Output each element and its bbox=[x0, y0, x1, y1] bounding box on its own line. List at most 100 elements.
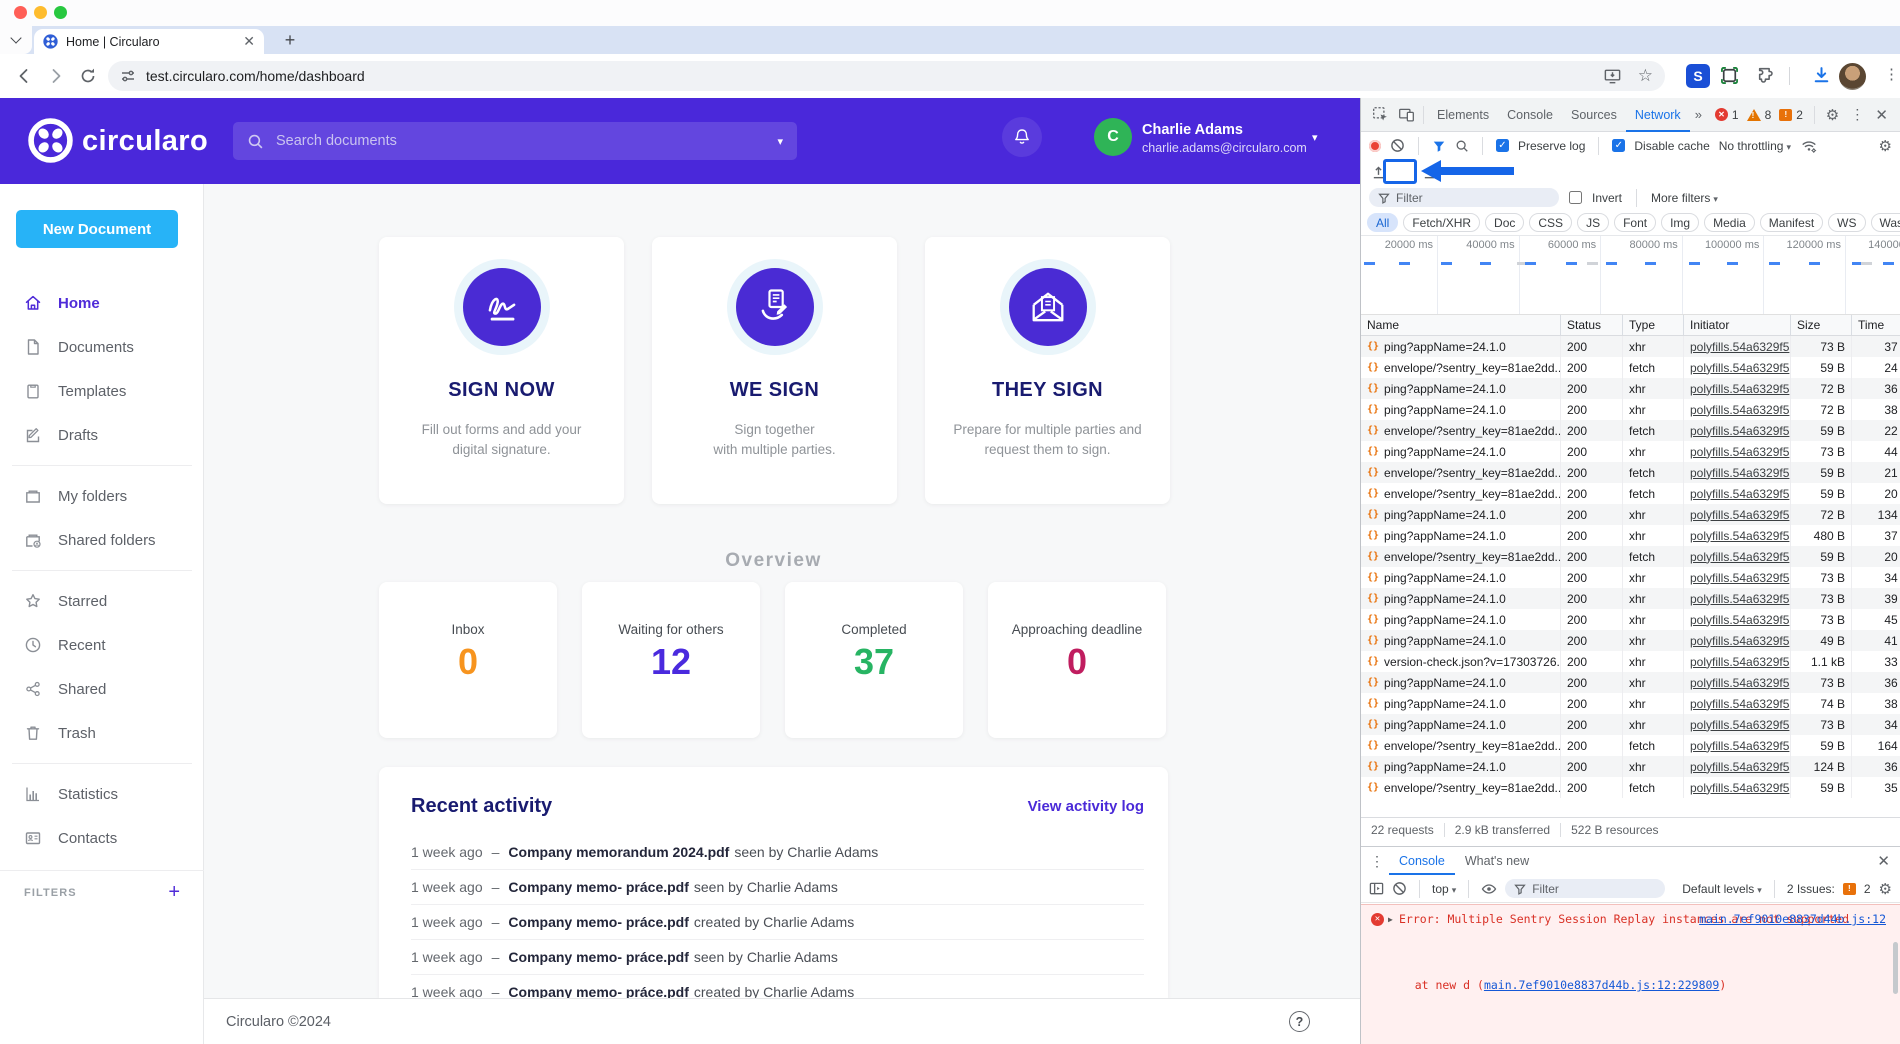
bookmark-star-icon[interactable]: ☆ bbox=[1638, 66, 1653, 86]
initiator-link[interactable]: polyfills.54a6329f5 bbox=[1690, 760, 1789, 774]
drawer-close-icon[interactable]: ✕ bbox=[1871, 852, 1896, 870]
preserve-log-checkbox[interactable]: ✓ bbox=[1496, 139, 1509, 152]
initiator-link[interactable]: polyfills.54a6329f5 bbox=[1690, 571, 1789, 585]
sidebar-item[interactable]: My folders bbox=[0, 474, 204, 518]
network-settings-icon[interactable]: ⚙ bbox=[1879, 137, 1892, 155]
column-header[interactable]: Status bbox=[1561, 315, 1623, 335]
network-request-row[interactable]: {}ping?appName=24.1.0 200 xhr polyfills.… bbox=[1361, 693, 1900, 714]
more-filters-dropdown[interactable]: More filters▾ bbox=[1651, 191, 1718, 205]
request-type-chip[interactable]: Fetch/XHR bbox=[1403, 213, 1480, 232]
devtools-close-icon[interactable]: ✕ bbox=[1869, 106, 1894, 124]
url-bar[interactable]: test.circularo.com/home/dashbo­ard ☆ bbox=[108, 61, 1665, 91]
drawer-menu-icon[interactable]: ⋮ bbox=[1365, 853, 1389, 870]
activity-row[interactable]: 1 week ago – Company memo- práce.pdf cre… bbox=[411, 904, 1144, 939]
warning-badge[interactable]: 8 bbox=[1747, 108, 1772, 122]
extensions-puzzle-icon[interactable] bbox=[1756, 65, 1777, 86]
network-request-row[interactable]: {}ping?appName=24.1.0 200 xhr polyfills.… bbox=[1361, 588, 1900, 609]
network-filter-pill[interactable] bbox=[1369, 188, 1559, 207]
activity-document-name[interactable]: Company memo- práce.pdf bbox=[508, 879, 688, 895]
activity-document-name[interactable]: Company memorandum 2024.pdf bbox=[508, 844, 729, 860]
search-dropdown-caret-icon[interactable]: ▾ bbox=[777, 135, 783, 148]
devtools-settings-icon[interactable]: ⚙ bbox=[1819, 103, 1845, 127]
sidebar-item[interactable]: Starred bbox=[0, 579, 204, 623]
request-type-chip[interactable]: CSS bbox=[1529, 213, 1572, 232]
devtools-tab[interactable]: Elements bbox=[1428, 98, 1498, 132]
issues-counter[interactable]: 2 Issues: bbox=[1787, 882, 1835, 896]
tab-search-button[interactable] bbox=[0, 26, 32, 54]
downloads-icon[interactable] bbox=[1811, 65, 1832, 86]
error-badge[interactable]: ✕1 bbox=[1715, 108, 1739, 122]
request-type-chip[interactable]: JS bbox=[1577, 213, 1609, 232]
initiator-link[interactable]: polyfills.54a6329f5 bbox=[1690, 613, 1789, 627]
network-request-row[interactable]: {}ping?appName=24.1.0 200 xhr polyfills.… bbox=[1361, 609, 1900, 630]
tab-close-icon[interactable]: ✕ bbox=[243, 33, 255, 50]
sidebar-item[interactable]: Drafts bbox=[0, 413, 204, 457]
network-request-row[interactable]: {}envelope/?sentry_key=81ae2dd... 200 fe… bbox=[1361, 546, 1900, 567]
activity-row[interactable]: 1 week ago – Company memo- práce.pdf see… bbox=[411, 939, 1144, 974]
network-request-row[interactable]: {}ping?appName=24.1.0 200 xhr polyfills.… bbox=[1361, 714, 1900, 735]
console-filter-input[interactable] bbox=[1532, 882, 1652, 896]
initiator-link[interactable]: polyfills.54a6329f5 bbox=[1690, 340, 1789, 354]
network-request-row[interactable]: {}envelope/?sentry_key=81ae2dd... 200 fe… bbox=[1361, 735, 1900, 756]
network-request-row[interactable]: {}ping?appName=24.1.0 200 xhr polyfills.… bbox=[1361, 399, 1900, 420]
inspect-element-icon[interactable] bbox=[1367, 103, 1393, 127]
initiator-link[interactable]: polyfills.54a6329f5 bbox=[1690, 781, 1789, 795]
brand-wordmark[interactable]: circularo bbox=[82, 123, 208, 159]
error-source-link[interactable]: main.7ef9010e8837d44b.js:12 bbox=[1699, 911, 1886, 928]
console-sidebar-icon[interactable] bbox=[1369, 881, 1384, 896]
column-header[interactable]: Name bbox=[1361, 315, 1561, 335]
network-request-row[interactable]: {}ping?appName=24.1.0 200 xhr polyfills.… bbox=[1361, 756, 1900, 777]
network-timeline[interactable]: 20000 ms 40000 ms 60000 ms 80000 ms 1000… bbox=[1361, 236, 1900, 315]
stack-frame-link[interactable]: main.7ef9010e8837d44b.js:12:229809 bbox=[1484, 978, 1719, 992]
extension-s-icon[interactable]: S bbox=[1686, 64, 1710, 88]
action-card[interactable]: WE SIGN Sign together with multiple part… bbox=[652, 237, 897, 504]
initiator-link[interactable]: polyfills.54a6329f5 bbox=[1690, 550, 1789, 564]
request-type-chip[interactable]: Media bbox=[1704, 213, 1755, 232]
stat-card[interactable]: Completed 37 bbox=[785, 582, 963, 738]
sidebar-item[interactable]: Recent bbox=[0, 623, 204, 667]
initiator-link[interactable]: polyfills.54a6329f5 bbox=[1690, 697, 1789, 711]
initiator-link[interactable]: polyfills.54a6329f5 bbox=[1690, 676, 1789, 690]
drawer-tab[interactable]: What's new bbox=[1455, 847, 1539, 875]
browser-profile-avatar[interactable] bbox=[1839, 63, 1866, 90]
browser-tab[interactable]: Home | Circularo ✕ bbox=[34, 29, 264, 54]
initiator-link[interactable]: polyfills.54a6329f5 bbox=[1690, 508, 1789, 522]
sidebar-item[interactable]: Shared folders bbox=[0, 518, 204, 562]
clear-network-log-icon[interactable] bbox=[1390, 138, 1405, 153]
request-type-chip[interactable]: Manifest bbox=[1760, 213, 1823, 232]
initiator-link[interactable]: polyfills.54a6329f5 bbox=[1690, 739, 1789, 753]
screenshot-extension-icon[interactable] bbox=[1719, 65, 1740, 86]
sidebar-item[interactable]: Contacts bbox=[0, 816, 204, 860]
initiator-link[interactable]: polyfills.54a6329f5 bbox=[1690, 655, 1789, 669]
column-header[interactable]: Size bbox=[1791, 315, 1852, 335]
browser-menu-icon[interactable]: ⋮ bbox=[1884, 65, 1899, 83]
filter-funnel-icon[interactable] bbox=[1432, 139, 1446, 153]
network-request-row[interactable]: {}ping?appName=24.1.0 200 xhr polyfills.… bbox=[1361, 336, 1900, 357]
disable-cache-checkbox[interactable]: ✓ bbox=[1612, 139, 1625, 152]
console-scrollbar-thumb[interactable] bbox=[1893, 942, 1898, 994]
console-context-select[interactable]: top▾ bbox=[1432, 882, 1456, 896]
network-request-row[interactable]: {}ping?appName=24.1.0 200 xhr polyfills.… bbox=[1361, 672, 1900, 693]
initiator-link[interactable]: polyfills.54a6329f5 bbox=[1690, 445, 1789, 459]
request-type-chip[interactable]: Font bbox=[1614, 213, 1656, 232]
request-type-chip[interactable]: Doc bbox=[1485, 213, 1524, 232]
sidebar-item[interactable]: Templates bbox=[0, 369, 204, 413]
activity-row[interactable]: 1 week ago – Company memo- práce.pdf cre… bbox=[411, 974, 1144, 998]
action-card[interactable]: SIGN NOW Fill out forms and add your dig… bbox=[379, 237, 624, 504]
column-header[interactable]: Type bbox=[1623, 315, 1684, 335]
initiator-link[interactable]: polyfills.54a6329f5 bbox=[1690, 592, 1789, 606]
activity-document-name[interactable]: Company memo- práce.pdf bbox=[508, 949, 688, 965]
add-filter-button[interactable]: + bbox=[168, 881, 180, 904]
initiator-link[interactable]: polyfills.54a6329f5 bbox=[1690, 718, 1789, 732]
more-tabs-icon[interactable]: » bbox=[1690, 107, 1707, 122]
install-icon[interactable] bbox=[1603, 67, 1622, 86]
stat-card[interactable]: Approaching deadline 0 bbox=[988, 582, 1166, 738]
request-type-chip[interactable]: Img bbox=[1661, 213, 1699, 232]
issues-badge[interactable]: !2 bbox=[1779, 108, 1803, 122]
back-icon[interactable] bbox=[14, 66, 34, 86]
column-header[interactable]: Initiator bbox=[1684, 315, 1791, 335]
forward-icon[interactable] bbox=[46, 66, 66, 86]
devtools-tab[interactable]: Sources bbox=[1562, 98, 1626, 132]
log-levels-select[interactable]: Default levels▾ bbox=[1682, 882, 1762, 896]
request-type-chip[interactable]: WS bbox=[1828, 213, 1865, 232]
